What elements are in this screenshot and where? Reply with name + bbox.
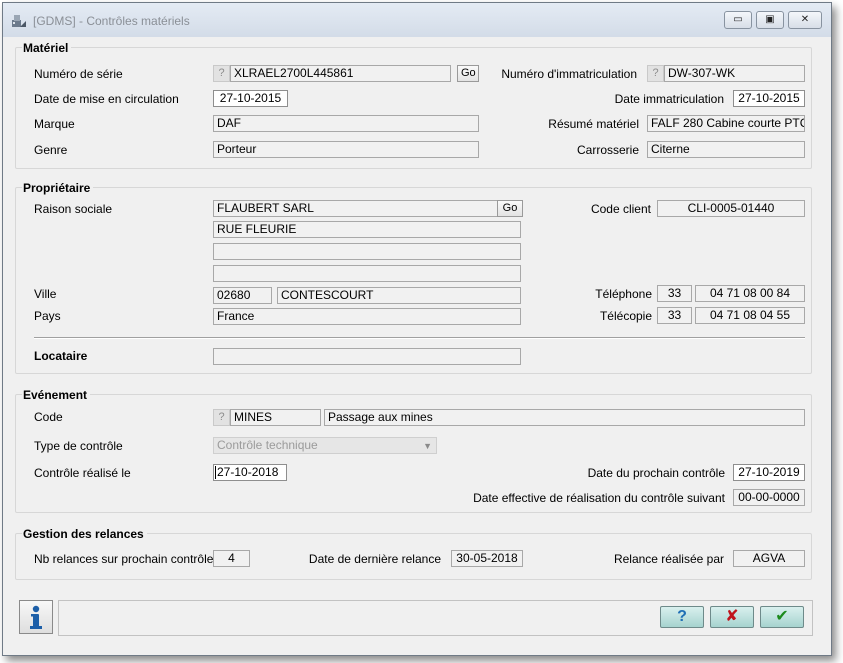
serial-field[interactable]: XLRAEL2700L445861	[230, 65, 451, 82]
text-cursor	[215, 466, 216, 479]
ok-button[interactable]: ✔	[760, 606, 804, 628]
date-immat-label: Date immatriculation	[614, 92, 724, 106]
serial-help-button[interactable]: ?	[213, 65, 230, 82]
immat-field[interactable]: DW-307-WK	[664, 65, 805, 82]
close-window-button[interactable]: ✕	[788, 11, 822, 29]
genre-field[interactable]: Porteur	[213, 141, 479, 158]
genre-label: Genre	[34, 143, 68, 157]
adresse2-field[interactable]	[213, 243, 521, 260]
code-help-button[interactable]: ?	[213, 409, 230, 426]
relance-par-label: Relance réalisée par	[613, 552, 724, 566]
prochain-field[interactable]: 27-10-2019	[733, 464, 805, 481]
immat-help-button[interactable]: ?	[647, 65, 664, 82]
code-label: Code	[34, 410, 63, 424]
immat-label: Numéro d'immatriculation	[501, 67, 637, 81]
ville-label: Ville	[34, 287, 57, 301]
type-select-value: Contrôle technique	[217, 438, 318, 452]
materiel-title: Matériel	[22, 41, 72, 55]
pays-label: Pays	[34, 309, 61, 323]
raison-go-button[interactable]: Go	[497, 200, 523, 217]
relance-par-field[interactable]: AGVA	[733, 550, 805, 567]
raison-field[interactable]: FLAUBERT SARL	[213, 200, 521, 217]
realise-field[interactable]: 27-10-2018	[213, 464, 287, 481]
relances-title: Gestion des relances	[22, 527, 147, 541]
info-icon	[30, 605, 42, 629]
minimize-button[interactable]: ▭	[724, 11, 752, 29]
derniere-relance-field[interactable]: 30-05-2018	[451, 550, 523, 567]
pays-field[interactable]: France	[213, 308, 521, 325]
question-icon: ?	[677, 608, 687, 625]
title-bar: [GDMS] - Contrôles matériels ▭ ▣ ✕	[3, 3, 831, 37]
mise-circ-label: Date de mise en circulation	[34, 92, 179, 106]
date-immat-field[interactable]: 27-10-2015	[733, 90, 805, 107]
serial-label: Numéro de série	[34, 67, 123, 81]
help-button[interactable]: ?	[660, 606, 704, 628]
fax-label: Télécopie	[599, 309, 652, 323]
check-icon: ✔	[775, 608, 789, 625]
adresse1-field[interactable]: RUE FLEURIE	[213, 221, 521, 238]
info-button[interactable]	[19, 600, 53, 634]
derniere-relance-label: Date de dernière relance	[308, 552, 441, 566]
carrosserie-label: Carrosserie	[576, 143, 639, 157]
main-window: [GDMS] - Contrôles matériels ▭ ▣ ✕ Matér…	[2, 2, 832, 656]
locataire-field[interactable]	[213, 348, 521, 365]
effective-field[interactable]: 00-00-0000	[733, 489, 805, 506]
evenement-title: Evénement	[22, 388, 91, 402]
resume-field[interactable]: FALF 280 Cabine courte PTC 16	[647, 115, 805, 132]
chevron-down-icon: ▼	[423, 441, 432, 451]
window-title: [GDMS] - Contrôles matériels	[33, 14, 190, 28]
carrosserie-field[interactable]: Citerne	[647, 141, 805, 158]
type-select[interactable]: Contrôle technique ▼	[213, 437, 437, 454]
proprietaire-title: Propriétaire	[22, 181, 94, 195]
fax-field[interactable]: 04 71 08 04 55	[695, 307, 805, 324]
help-icon: ?	[218, 411, 225, 423]
locataire-label: Locataire	[34, 349, 88, 363]
fax-prefix-field[interactable]: 33	[657, 307, 692, 324]
help-icon: ?	[652, 67, 659, 79]
adresse3-field[interactable]	[213, 265, 521, 282]
tel-prefix-field[interactable]: 33	[657, 285, 692, 302]
bottom-bar: ? ✘ ✔	[15, 597, 813, 637]
app-icon	[12, 15, 26, 27]
help-icon: ?	[218, 67, 225, 79]
resume-label: Résumé matériel	[548, 117, 639, 131]
cp-field[interactable]: 02680	[213, 287, 272, 304]
cancel-button[interactable]: ✘	[710, 606, 754, 628]
marque-field[interactable]: DAF	[213, 115, 479, 132]
serial-go-button[interactable]: Go	[457, 65, 479, 82]
maximize-button[interactable]: ▣	[756, 11, 784, 29]
code-client-label: Code client	[590, 202, 651, 216]
mise-circ-field[interactable]: 27-10-2015	[213, 90, 288, 107]
minimize-icon: ▭	[733, 14, 743, 25]
tel-field[interactable]: 04 71 08 00 84	[695, 285, 805, 302]
marque-label: Marque	[34, 117, 75, 131]
prochain-label: Date du prochain contrôle	[587, 466, 725, 480]
effective-label: Date effective de réalisation du contrôl…	[473, 491, 725, 505]
raison-label: Raison sociale	[34, 202, 113, 216]
nb-relances-label: Nb relances sur prochain contrôle	[34, 552, 214, 566]
tel-label: Téléphone	[595, 287, 652, 301]
nb-relances-field[interactable]: 4	[213, 550, 250, 567]
ville-field[interactable]: CONTESCOURT	[277, 287, 521, 304]
code-field[interactable]: MINES	[230, 409, 321, 426]
locataire-separator	[34, 337, 805, 339]
cross-icon: ✘	[725, 608, 739, 625]
type-label: Type de contrôle	[34, 439, 123, 453]
code-desc-field[interactable]: Passage aux mines	[324, 409, 805, 426]
form-client: Matériel Numéro de série ? XLRAEL2700L44…	[11, 37, 823, 647]
code-client-field[interactable]: CLI-0005-01440	[657, 200, 805, 217]
close-icon: ✕	[800, 14, 810, 25]
maximize-icon: ▣	[765, 14, 775, 25]
realise-label: Contrôle réalisé le	[34, 466, 131, 480]
